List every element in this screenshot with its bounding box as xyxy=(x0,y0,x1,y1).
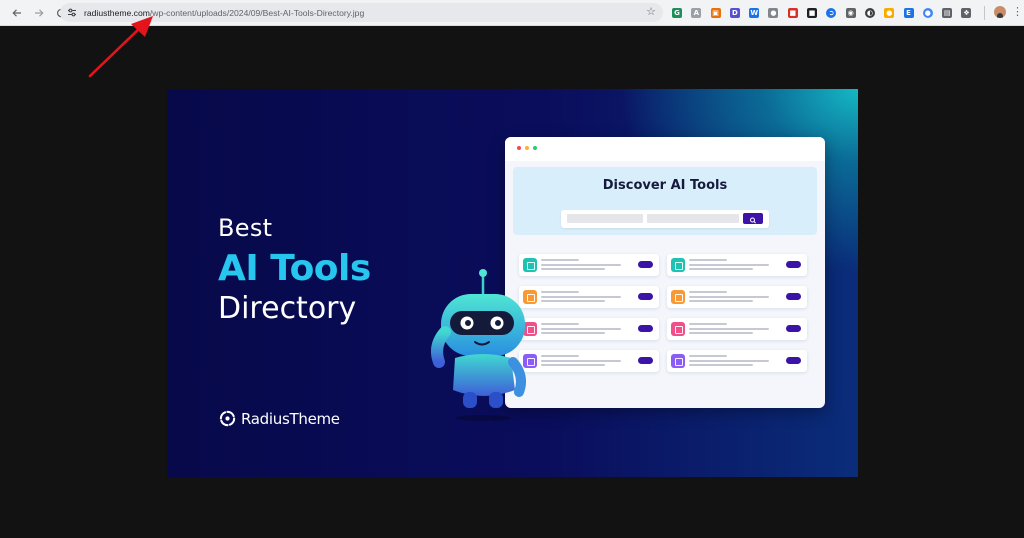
radiustheme-logo-icon xyxy=(219,410,236,427)
mock-visit-button xyxy=(638,325,653,332)
arrow-right-icon xyxy=(35,8,44,17)
mock-tool-card xyxy=(519,318,659,340)
mock-tool-card xyxy=(519,254,659,276)
tune-icon xyxy=(68,8,76,17)
extension-blue-dot-icon[interactable]: ● xyxy=(922,8,933,18)
headline-line-3: Directory xyxy=(218,291,357,326)
placeholder-text-line xyxy=(541,360,621,362)
brand-logo: RadiusTheme xyxy=(218,409,340,428)
camera-icon[interactable]: ◉ xyxy=(845,8,856,18)
extension-orange-icon[interactable]: ▣ xyxy=(710,8,721,18)
url-path: /wp-content/uploads/2024/09/Best-AI-Tool… xyxy=(149,7,365,18)
extension-grey-icon[interactable]: ● xyxy=(768,8,779,18)
placeholder-text-line xyxy=(541,291,579,293)
search-icon xyxy=(750,217,756,224)
placeholder-text-line xyxy=(689,259,727,261)
mock-tool-card xyxy=(519,350,659,372)
placeholder-text-line xyxy=(541,355,579,357)
extension-dark-round-icon[interactable]: ◐ xyxy=(864,8,875,18)
extension-green-icon[interactable]: G xyxy=(672,8,682,18)
placeholder-text-line xyxy=(541,328,621,330)
extensions-tray: G A ▣ D W ● ■ ■ ➲ ◉ ◐ ● E ● ▤ ❖ xyxy=(672,5,981,21)
mock-visit-button xyxy=(786,357,801,364)
tool-thumbnail-icon xyxy=(671,290,685,304)
mock-visit-button xyxy=(638,261,653,268)
mock-visit-button xyxy=(638,357,653,364)
placeholder-text-line xyxy=(541,268,605,270)
placeholder-text-line xyxy=(541,264,621,266)
placeholder-text-line xyxy=(689,300,753,302)
placeholder-text-line xyxy=(541,332,605,334)
browser-toolbar: radiustheme.com/wp-content/uploads/2024/… xyxy=(0,0,1024,26)
mock-tool-card xyxy=(667,286,807,308)
placeholder-text-line xyxy=(689,332,753,334)
mock-visit-button xyxy=(786,293,801,300)
mock-visit-button xyxy=(638,293,653,300)
avatar-icon[interactable] xyxy=(994,6,1006,18)
url-host: radiustheme.com xyxy=(84,7,150,18)
placeholder-text-line xyxy=(689,355,727,357)
placeholder-text-line xyxy=(689,360,769,362)
address-bar[interactable]: radiustheme.com/wp-content/uploads/2024/… xyxy=(60,3,663,22)
placeholder-text-line xyxy=(541,364,605,366)
banner-headline: Best AI Tools Directory xyxy=(218,214,371,326)
url-text[interactable]: radiustheme.com/wp-content/uploads/2024/… xyxy=(84,8,364,18)
mock-tool-card xyxy=(667,350,807,372)
placeholder-text-line xyxy=(689,323,727,325)
tool-thumbnail-icon xyxy=(671,322,685,336)
placeholder-text-line xyxy=(541,300,605,302)
placeholder-text-line xyxy=(689,268,753,270)
placeholder-text-line xyxy=(689,291,727,293)
arrow-left-icon xyxy=(12,8,21,17)
star-icon[interactable]: ☆ xyxy=(646,5,656,18)
placeholder-text-line xyxy=(689,364,753,366)
forward-button[interactable] xyxy=(30,4,48,22)
placeholder-text-line xyxy=(541,259,579,261)
mock-search-button xyxy=(743,213,763,224)
extensions-puzzle-icon[interactable]: ❖ xyxy=(961,8,972,18)
extension-yellow-icon[interactable]: ● xyxy=(884,8,895,18)
robot-mascot-icon xyxy=(431,269,526,421)
extension-a-icon[interactable]: A xyxy=(691,8,702,18)
mock-hero-title: Discover AI Tools xyxy=(602,178,728,193)
placeholder-text-line xyxy=(689,296,769,298)
window-dot-green xyxy=(533,146,537,150)
mock-category-select xyxy=(647,214,739,223)
headline-line-1: Best xyxy=(218,214,273,242)
site-info-button[interactable] xyxy=(65,7,79,19)
mock-directory-window: Discover AI Tools xyxy=(505,137,825,408)
window-dot-red xyxy=(517,146,521,150)
window-dot-yellow xyxy=(525,146,529,150)
mock-visit-button xyxy=(786,261,801,268)
tool-thumbnail-icon xyxy=(671,258,685,272)
mock-tool-card xyxy=(667,254,807,276)
mock-hero: Discover AI Tools xyxy=(513,167,817,235)
ai-tools-banner-image: Best AI Tools Directory RadiusTheme Disc… xyxy=(167,89,858,477)
placeholder-text-line xyxy=(689,328,769,330)
extension-dark-icon[interactable]: ■ xyxy=(807,8,818,18)
tool-thumbnail-icon xyxy=(671,354,685,368)
extension-teal-icon[interactable]: E xyxy=(903,8,914,18)
extension-blue-icon[interactable]: W xyxy=(749,8,760,18)
extension-blue-round-icon[interactable]: ➲ xyxy=(826,8,837,18)
more-vert-icon[interactable]: ⋮ xyxy=(1012,5,1023,19)
placeholder-text-line xyxy=(541,323,579,325)
placeholder-text-line xyxy=(541,296,621,298)
mock-search-bar xyxy=(561,210,769,228)
extension-grid-icon[interactable]: ▤ xyxy=(942,8,953,18)
toolbar-divider xyxy=(984,6,985,20)
placeholder-text-line xyxy=(689,264,769,266)
back-button[interactable] xyxy=(8,4,26,22)
mock-search-input xyxy=(567,214,643,223)
brand-name: RadiusTheme xyxy=(241,409,340,428)
mock-visit-button xyxy=(786,325,801,332)
mock-tool-card xyxy=(519,286,659,308)
headline-line-2: AI Tools xyxy=(218,248,371,289)
extension-red-icon[interactable]: ■ xyxy=(787,8,798,18)
extension-d-icon[interactable]: D xyxy=(729,8,740,18)
mock-tool-card xyxy=(667,318,807,340)
mock-titlebar xyxy=(505,137,825,161)
